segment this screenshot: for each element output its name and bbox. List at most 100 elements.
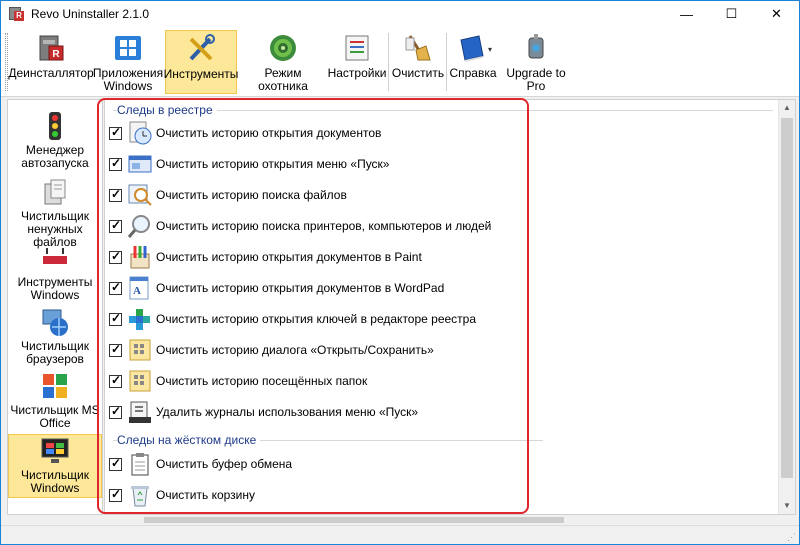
maximize-button[interactable]: ☐: [709, 1, 754, 27]
checkbox[interactable]: [109, 311, 122, 326]
wordpad-icon: A: [127, 275, 153, 301]
broom-icon: [402, 32, 434, 64]
registry-editor-icon: [127, 306, 153, 332]
target-icon: [267, 32, 299, 64]
option-label: Очистить историю диалога «Открыть/Сохран…: [156, 343, 434, 357]
option-label: Очистить историю открытия ключей в редак…: [156, 312, 477, 326]
vertical-scrollbar[interactable]: ▲ ▼: [778, 100, 795, 514]
sidebar-item-junk-cleaner[interactable]: Чистильщик ненужных файлов: [8, 176, 102, 249]
scrollbar-thumb[interactable]: [781, 118, 793, 478]
clipboard-icon: [127, 451, 153, 477]
main-toolbar: R Деинсталлятор Приложения Windows Инстр…: [1, 27, 799, 97]
sidebar-item-office-cleaner[interactable]: Чистильщик MS Office: [8, 370, 102, 432]
tools-label: Инструменты: [163, 67, 239, 81]
paint-icon: [127, 244, 153, 270]
app-window: R Revo Uninstaller 2.1.0 — ☐ ✕ R Деинста…: [0, 0, 800, 545]
recent-documents-icon: [127, 120, 153, 146]
uninstaller-label: Деинсталлятор: [8, 66, 94, 80]
sidebar-item-label: Чистильщик браузеров: [21, 339, 89, 366]
option-label: Очистить буфер обмена: [156, 457, 293, 471]
list-item[interactable]: Очистить историю поиска файлов: [109, 181, 347, 209]
checkbox[interactable]: [109, 125, 122, 140]
option-label: Очистить историю посещённых папок: [156, 374, 368, 388]
resize-grip-icon[interactable]: ⋰: [787, 532, 797, 542]
uninstaller-button[interactable]: R Деинсталлятор: [8, 30, 94, 94]
list-item[interactable]: Очистить историю открытия документов: [109, 119, 381, 147]
close-button[interactable]: ✕: [754, 1, 799, 27]
scroll-up-arrow-icon[interactable]: ▲: [779, 100, 795, 116]
svg-text:▾: ▾: [488, 45, 492, 54]
windows-monitor-icon: [39, 435, 71, 467]
help-button[interactable]: ▾ Справка: [449, 30, 497, 94]
checkbox[interactable]: [109, 218, 122, 233]
tools-button[interactable]: Инструменты: [163, 30, 239, 94]
uninstaller-icon: R: [35, 32, 67, 64]
checkbox[interactable]: [109, 487, 122, 502]
scroll-down-arrow-icon[interactable]: ▼: [779, 498, 795, 514]
sidebar-item-autorun[interactable]: Менеджер автозапуска: [8, 110, 102, 172]
list-item[interactable]: Очистить историю диалога «Открыть/Сохран…: [109, 336, 434, 364]
list-item[interactable]: Удалить журналы использования меню «Пуск…: [109, 398, 418, 426]
list-item[interactable]: Очистить историю поиска принтеров, компь…: [109, 212, 491, 240]
list-item[interactable]: Очистить историю открытия ключей в редак…: [109, 305, 476, 333]
list-item[interactable]: Очистить историю открытия меню «Пуск»: [109, 150, 389, 178]
option-label: Очистить историю поиска принтеров, компь…: [156, 219, 492, 233]
window-title: Revo Uninstaller 2.1.0: [31, 7, 150, 21]
browser-globe-icon: [39, 306, 71, 338]
tools-sidebar: Менеджер автозапуска Чистильщик ненужных…: [7, 99, 103, 515]
sidebar-item-label: Чистильщик MS Office: [10, 403, 100, 430]
start-menu-icon: [127, 151, 153, 177]
hunter-mode-button[interactable]: Режим охотника: [239, 30, 327, 94]
magnifier-icon: [127, 213, 153, 239]
horizontal-scrollbar[interactable]: [104, 515, 796, 525]
settings-label: Настройки: [327, 66, 387, 80]
tools-icon: [185, 33, 217, 65]
checkbox[interactable]: [109, 456, 122, 471]
disk-group-title: Следы на жёстком диске: [117, 433, 261, 447]
cleaner-options-panel: Следы в реестре Очистить историю открыти…: [104, 99, 796, 515]
sidebar-item-browser-cleaner[interactable]: Чистильщик браузеров: [8, 306, 102, 368]
windows-apps-button[interactable]: Приложения Windows: [92, 30, 164, 94]
settings-button[interactable]: Настройки: [327, 30, 387, 94]
checkbox[interactable]: [109, 373, 122, 388]
clean-label: Очистить: [391, 66, 445, 80]
windows-apps-label: Приложения Windows: [92, 66, 164, 93]
toolbar-separator: [446, 33, 447, 91]
list-item[interactable]: A Очистить историю открытия документов в…: [109, 274, 444, 302]
clean-button[interactable]: Очистить: [392, 30, 444, 94]
minimize-button[interactable]: —: [664, 1, 709, 27]
checkbox[interactable]: [109, 156, 122, 171]
option-label: Очистить историю открытия документов: [156, 126, 382, 140]
option-label: Очистить историю открытия меню «Пуск»: [156, 157, 390, 171]
windows-tools-icon: [39, 242, 71, 274]
sidebar-item-windows-cleaner[interactable]: Чистильщик Windows: [8, 434, 102, 498]
checkbox[interactable]: [109, 280, 122, 295]
upgrade-label: Upgrade to Pro: [506, 66, 566, 93]
checkbox[interactable]: [109, 249, 122, 264]
sidebar-item-windows-tools[interactable]: Инструменты Windows: [8, 242, 102, 304]
help-label: Справка: [449, 66, 497, 80]
svg-text:A: A: [133, 285, 141, 297]
option-label: Очистить историю поиска файлов: [156, 188, 347, 202]
recycle-bin-icon: [127, 482, 153, 508]
checkbox[interactable]: [109, 187, 122, 202]
sidebar-item-label: Менеджер автозапуска: [21, 143, 89, 170]
list-item[interactable]: Очистить буфер обмена: [109, 450, 292, 478]
option-label: Удалить журналы использования меню «Пуск…: [156, 405, 419, 419]
hunter-mode-label: Режим охотника: [258, 66, 308, 93]
sidebar-item-label: Инструменты Windows: [17, 275, 93, 302]
list-item[interactable]: Очистить историю открытия документов в P…: [109, 243, 422, 271]
list-item[interactable]: Очистить корзину: [109, 481, 255, 509]
upgrade-icon: [520, 32, 552, 64]
help-book-icon: ▾: [457, 32, 492, 64]
status-bar: ⋰: [1, 525, 799, 544]
settings-icon: [341, 32, 373, 64]
list-item[interactable]: Очистить историю посещённых папок: [109, 367, 367, 395]
toolbar-grip[interactable]: [5, 33, 8, 91]
upgrade-button[interactable]: Upgrade to Pro: [497, 30, 575, 94]
checkbox[interactable]: [109, 404, 122, 419]
title-bar: R Revo Uninstaller 2.1.0 — ☐ ✕: [1, 1, 799, 27]
scrollbar-thumb[interactable]: [144, 517, 564, 523]
checkbox[interactable]: [109, 342, 122, 357]
app-logo-icon: R: [9, 6, 25, 22]
